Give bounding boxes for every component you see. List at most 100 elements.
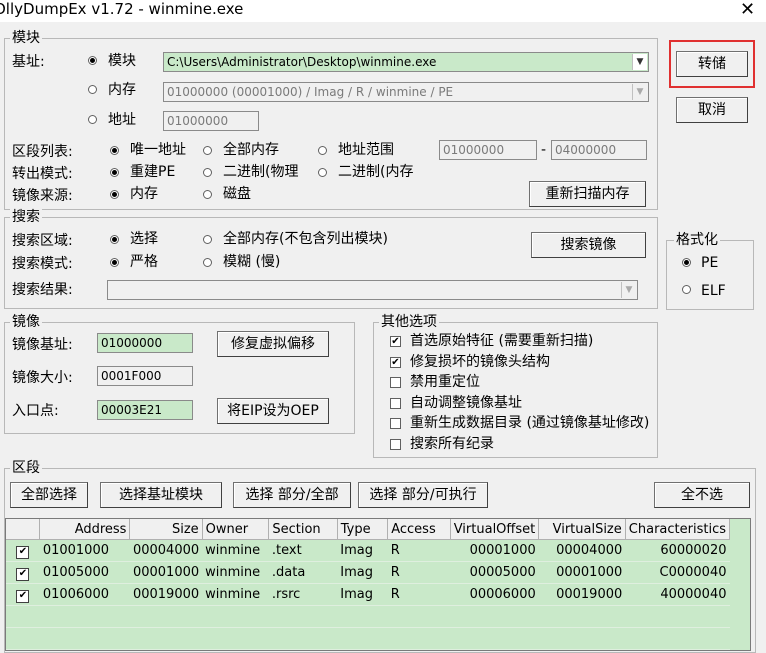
- table-cell: 40000040: [625, 583, 730, 606]
- sec-range-label: 地址范围: [338, 142, 394, 158]
- option-label: 修复损坏的镜像头结构: [410, 353, 550, 370]
- src-disk-label: 磁盘: [223, 186, 251, 202]
- option-label: 自动调整镜像基址: [410, 394, 522, 411]
- radio-mode-fuzzy[interactable]: [203, 258, 212, 267]
- select-partial-all-button[interactable]: 选择 部分/全部: [233, 482, 351, 508]
- table-cell: .data: [268, 561, 338, 584]
- src-memory-label: 内存: [130, 186, 158, 202]
- option-checkbox[interactable]: [390, 377, 401, 388]
- close-icon[interactable]: ✕: [740, 0, 755, 20]
- sec-all-label: 全部内存: [223, 142, 279, 158]
- search-result-select[interactable]: ▼: [107, 280, 638, 300]
- module-path-value: C:\Users\Administrator\Desktop\winmine.e…: [167, 55, 437, 69]
- memory-select[interactable]: 01000000 (00001000) / Imag / R / winmine…: [163, 82, 649, 102]
- table-cell: 00001000: [538, 561, 626, 584]
- radio-mode-binary-phys[interactable]: [203, 168, 212, 177]
- window-title: OllyDumpEx v1.72 - winmine.exe: [0, 0, 244, 18]
- search-mode-label: 搜索模式:: [12, 256, 73, 272]
- format-group-legend: 格式化: [674, 232, 720, 248]
- fix-virtual-offset-button[interactable]: 修复虚拟偏移: [217, 331, 329, 357]
- radio-sec-unique[interactable]: [110, 146, 119, 155]
- range-from-input[interactable]: 01000000: [439, 140, 537, 160]
- table-header-type[interactable]: Type: [337, 519, 389, 540]
- entry-point-input[interactable]: 00003E21: [97, 400, 193, 420]
- range-dash: -: [541, 142, 547, 158]
- table-empty-row: [6, 605, 730, 628]
- radio-mode-strict[interactable]: [110, 258, 119, 267]
- option-checkbox[interactable]: ✔: [390, 356, 401, 368]
- deselect-all-button[interactable]: 全不选: [654, 482, 750, 508]
- radio-address-label: 地址: [108, 112, 136, 128]
- table-cell: .text: [268, 539, 338, 562]
- radio-format-pe[interactable]: [682, 258, 691, 267]
- dropdown-arrow-icon[interactable]: ▼: [632, 54, 647, 70]
- option-checkbox[interactable]: [390, 397, 401, 409]
- module-path-select[interactable]: C:\Users\Administrator\Desktop\winmine.e…: [163, 52, 649, 72]
- option-checkbox[interactable]: [390, 438, 401, 450]
- table-cell: winmine: [202, 539, 269, 562]
- radio-area-selected[interactable]: [110, 235, 119, 244]
- sections-group-legend: 区段: [10, 460, 42, 476]
- radio-mode-binary-mem[interactable]: [318, 168, 327, 177]
- table-row[interactable]: ✔ 01005000 00001000 winmine .data Imag R 000050…: [6, 561, 730, 584]
- table-header-address[interactable]: Address: [39, 519, 131, 540]
- dropdown-arrow-icon[interactable]: ▼: [621, 282, 636, 298]
- radio-sec-all[interactable]: [203, 146, 212, 155]
- radio-src-memory[interactable]: [110, 190, 119, 199]
- radio-memory-label: 内存: [108, 82, 136, 98]
- option-checkbox[interactable]: ✔: [390, 336, 401, 347]
- rescan-memory-button[interactable]: 重新扫描内存: [529, 181, 646, 207]
- search-image-button[interactable]: 搜索镜像: [531, 232, 646, 258]
- search-area-label: 搜索区域:: [12, 233, 73, 249]
- table-header-virtualsize[interactable]: VirtualSize: [538, 519, 626, 540]
- radio-area-all[interactable]: [203, 235, 212, 244]
- row-checkbox[interactable]: ✔: [6, 539, 40, 562]
- radio-format-elf[interactable]: [682, 285, 691, 294]
- table-header-owner[interactable]: Owner: [202, 519, 270, 540]
- cancel-button[interactable]: 取消: [676, 97, 748, 123]
- table-cell: 00004000: [129, 539, 203, 562]
- table-header-virtualoffset[interactable]: VirtualOffset: [450, 519, 540, 540]
- option-checkbox[interactable]: [390, 418, 401, 429]
- radio-module[interactable]: [88, 56, 97, 65]
- table-cell: R: [387, 561, 451, 584]
- option-label: 禁用重定位: [410, 374, 480, 390]
- radio-memory[interactable]: [88, 85, 97, 94]
- select-partial-exec-button[interactable]: 选择 部分/可执行: [358, 482, 488, 508]
- radio-address[interactable]: [88, 115, 97, 124]
- table-cell: 00001000: [450, 539, 539, 562]
- table-header-access[interactable]: Access: [387, 519, 451, 540]
- table-cell: 00001000: [129, 561, 203, 584]
- table-row[interactable]: ✔ 01001000 00004000 winmine .text Imag R 000010…: [6, 539, 730, 562]
- table-cell: 00004000: [538, 539, 626, 562]
- image-size-input[interactable]: 0001F000: [97, 366, 193, 386]
- set-eip-oep-button[interactable]: 将EIP设为OEP: [217, 398, 329, 424]
- row-checkbox[interactable]: ✔: [6, 561, 40, 584]
- option-label: 重新生成数据目录 (通过镜像基址修改): [410, 415, 650, 431]
- image-base-input[interactable]: 01000000: [97, 333, 193, 353]
- dump-button[interactable]: 转储: [676, 51, 748, 77]
- image-size-label: 镜像大小:: [12, 370, 73, 386]
- format-pe-label: PE: [701, 255, 719, 271]
- table-cell: winmine: [202, 561, 269, 584]
- row-checkbox[interactable]: ✔: [6, 583, 40, 606]
- area-selected-label: 选择: [130, 231, 158, 247]
- table-cell: 00019000: [538, 583, 626, 606]
- radio-src-disk[interactable]: [203, 190, 212, 199]
- range-to-input[interactable]: 04000000: [551, 140, 647, 160]
- search-group-legend: 搜索: [10, 209, 42, 225]
- table-cell: Imag: [337, 539, 388, 562]
- radio-sec-range[interactable]: [318, 146, 327, 155]
- table-header-size[interactable]: Size: [129, 519, 203, 540]
- radio-mode-rebuild[interactable]: [110, 168, 119, 177]
- select-all-button[interactable]: 全部选择: [10, 482, 88, 508]
- table-header-section[interactable]: Section: [268, 519, 338, 540]
- option-label: 搜索所有纪录: [410, 435, 494, 452]
- table-header-characteristics[interactable]: Characteristics: [625, 519, 731, 540]
- select-base-module-button[interactable]: 选择基址模块: [100, 482, 222, 508]
- dropdown-arrow-icon[interactable]: ▼: [632, 84, 647, 100]
- table-cell: winmine: [202, 583, 269, 606]
- address-input[interactable]: 01000000: [163, 111, 259, 131]
- format-group: [666, 240, 754, 310]
- table-row[interactable]: ✔ 01006000 00019000 winmine .rsrc Imag R 000060…: [6, 583, 730, 606]
